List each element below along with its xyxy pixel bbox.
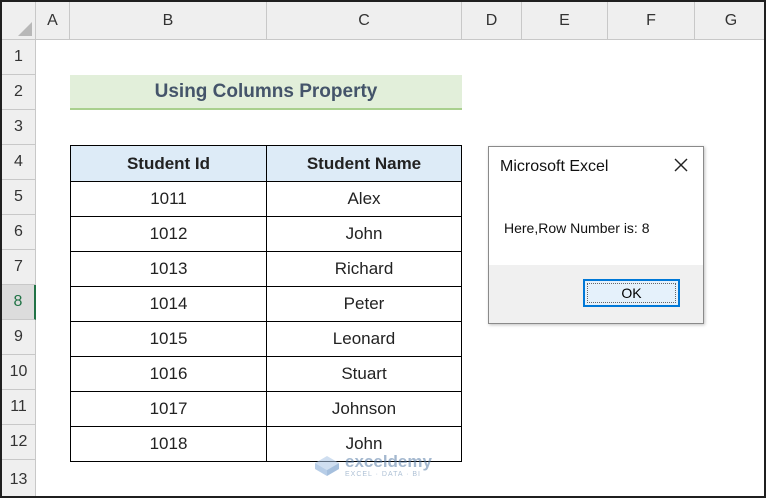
row-header-1[interactable]: 1: [2, 40, 36, 75]
close-icon[interactable]: [671, 155, 691, 175]
ok-button[interactable]: OK: [583, 279, 680, 307]
select-all-corner[interactable]: [2, 2, 36, 40]
dialog-title: Microsoft Excel: [500, 158, 609, 175]
row-header-2[interactable]: 2: [2, 75, 36, 110]
table-row: 1015 Leonard: [71, 321, 461, 356]
row-header-13[interactable]: 13: [2, 460, 36, 496]
row-header-7[interactable]: 7: [2, 250, 36, 285]
cell-student-name[interactable]: John: [267, 217, 461, 251]
student-table: Student Id Student Name 1011 Alex 1012 J…: [70, 145, 462, 462]
message-box-dialog: Microsoft Excel Here,Row Number is: 8 OK: [488, 146, 704, 324]
watermark-tagline: EXCEL · DATA · BI: [345, 471, 421, 478]
cell-student-name[interactable]: Peter: [267, 287, 461, 321]
row-header-4[interactable]: 4: [2, 145, 36, 180]
table-row: 1013 Richard: [71, 251, 461, 286]
table-row: 1017 Johnson: [71, 391, 461, 426]
dialog-footer: OK: [489, 265, 703, 323]
header-student-id[interactable]: Student Id: [71, 146, 267, 181]
header-student-name[interactable]: Student Name: [267, 146, 461, 181]
cell-student-id[interactable]: 1012: [71, 217, 267, 251]
table-row: 1014 Peter: [71, 286, 461, 321]
column-header-f[interactable]: F: [608, 2, 695, 40]
row-header-11[interactable]: 11: [2, 390, 36, 425]
cell-student-id[interactable]: 1015: [71, 322, 267, 356]
cell-student-id[interactable]: 1013: [71, 252, 267, 286]
row-header-8[interactable]: 8: [2, 285, 36, 320]
table-row: 1011 Alex: [71, 181, 461, 216]
exceldemy-logo-icon: [315, 455, 339, 476]
row-header-3[interactable]: 3: [2, 110, 36, 145]
sheet-title-cell[interactable]: Using Columns Property: [70, 75, 462, 110]
row-header-12[interactable]: 12: [2, 425, 36, 460]
cell-student-name[interactable]: Richard: [267, 252, 461, 286]
cell-student-name[interactable]: Leonard: [267, 322, 461, 356]
row-header-6[interactable]: 6: [2, 215, 36, 250]
table-row: 1016 Stuart: [71, 356, 461, 391]
exceldemy-watermark: exceldemy EXCEL · DATA · BI: [314, 453, 432, 478]
table-row: 1012 John: [71, 216, 461, 251]
spreadsheet: A B C D E F G 1 2 3 4 5 6 7 8 9 10 11 12…: [0, 0, 766, 498]
row-header-9[interactable]: 9: [2, 320, 36, 355]
column-header-c[interactable]: C: [267, 2, 462, 40]
cell-student-name[interactable]: Alex: [267, 182, 461, 216]
cell-student-id[interactable]: 1016: [71, 357, 267, 391]
cell-student-name[interactable]: Stuart: [267, 357, 461, 391]
column-header-d[interactable]: D: [462, 2, 522, 40]
row-header-5[interactable]: 5: [2, 180, 36, 215]
cell-student-id[interactable]: 1014: [71, 287, 267, 321]
dialog-message: Here,Row Number is: 8: [504, 220, 650, 236]
column-header-g[interactable]: G: [695, 2, 764, 40]
column-header-e[interactable]: E: [522, 2, 608, 40]
watermark-name: exceldemy: [345, 452, 432, 471]
column-header-a[interactable]: A: [36, 2, 70, 40]
column-header-b[interactable]: B: [70, 2, 267, 40]
row-header-10[interactable]: 10: [2, 355, 36, 390]
cell-student-id[interactable]: 1018: [71, 427, 267, 461]
table-header-row: Student Id Student Name: [71, 146, 461, 181]
cell-student-id[interactable]: 1011: [71, 182, 267, 216]
cell-student-name[interactable]: Johnson: [267, 392, 461, 426]
cell-student-id[interactable]: 1017: [71, 392, 267, 426]
